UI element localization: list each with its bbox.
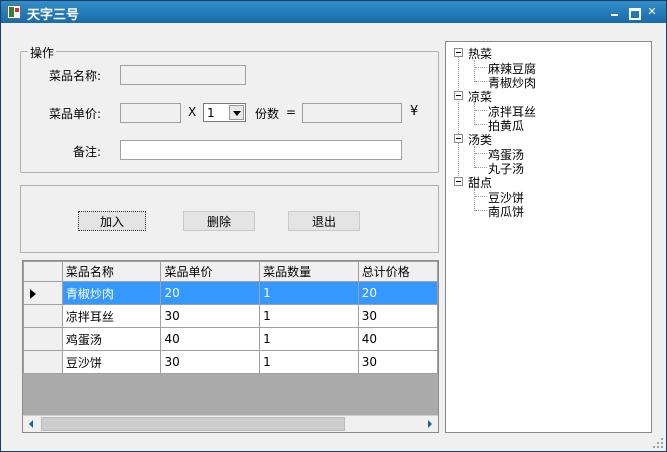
- maximize-button[interactable]: [625, 5, 641, 20]
- corner-header: [23, 261, 63, 282]
- tree-branch-line: [475, 196, 487, 197]
- table-row[interactable]: 凉拌耳丝 30 1 30: [23, 304, 438, 328]
- tree-root-line: [458, 56, 459, 184]
- collapse-icon[interactable]: [454, 177, 463, 186]
- note-field[interactable]: [120, 140, 402, 160]
- row-header[interactable]: [23, 350, 63, 374]
- tree-branch-line: [475, 124, 487, 125]
- exit-button[interactable]: 退出: [288, 211, 360, 231]
- tree-branch-line: [475, 81, 487, 82]
- cell-dish-name[interactable]: 豆沙饼: [61, 350, 162, 374]
- row-header[interactable]: [23, 327, 63, 351]
- row-pointer-icon: [30, 289, 36, 299]
- dish-name-label: 菜品名称:: [49, 69, 102, 83]
- column-header-quantity[interactable]: 菜品数量: [259, 261, 359, 282]
- currency-symbol: ¥: [410, 104, 419, 119]
- note-label: 备注:: [73, 145, 102, 159]
- column-header-total[interactable]: 总计价格: [357, 261, 438, 282]
- collapse-icon[interactable]: [454, 91, 463, 100]
- tree-branch-line: [474, 103, 475, 125]
- cell-unit-price[interactable]: 20: [160, 281, 261, 305]
- tree-branch-line: [475, 153, 487, 154]
- scrollbar-thumb[interactable]: [41, 417, 345, 431]
- cell-total[interactable]: 20: [357, 281, 438, 305]
- minimize-button[interactable]: [607, 5, 623, 19]
- unit-price-label: 菜品单价:: [49, 107, 102, 121]
- main-window: 天字三号 ✕ 操作 菜品名称: 菜品单价: X 1 份数 = ¥ 备注: 加入 …: [0, 0, 667, 452]
- row-header[interactable]: [23, 304, 63, 328]
- collapse-icon[interactable]: [454, 134, 463, 143]
- cell-quantity[interactable]: 1: [259, 281, 359, 305]
- cell-unit-price[interactable]: 30: [160, 304, 261, 328]
- tree-item[interactable]: 青椒炒肉: [488, 74, 536, 91]
- horizontal-scrollbar[interactable]: [23, 415, 438, 432]
- cell-total[interactable]: 30: [357, 350, 438, 374]
- tree-item[interactable]: 拍黄瓜: [488, 117, 524, 134]
- title-bar[interactable]: 天字三号 ✕: [1, 1, 666, 23]
- delete-button[interactable]: 删除: [183, 211, 255, 231]
- collapse-icon[interactable]: [454, 48, 463, 57]
- quantity-dropdown[interactable]: 1: [203, 103, 246, 122]
- total-price-field[interactable]: [302, 103, 402, 123]
- dish-name-field[interactable]: [120, 65, 246, 85]
- cell-dish-name[interactable]: 青椒炒肉: [61, 281, 162, 305]
- chevron-down-icon[interactable]: [229, 105, 244, 120]
- row-header[interactable]: [23, 281, 63, 305]
- quantity-value: 1: [207, 106, 215, 120]
- tree-branch-line: [475, 210, 487, 211]
- order-grid[interactable]: 菜品名称 菜品单价 菜品数量 总计价格 青椒炒肉 20 1 20 凉拌耳丝 30…: [22, 260, 439, 433]
- multiply-sign: X: [188, 105, 197, 119]
- window-title: 天字三号: [27, 8, 80, 23]
- column-header-unit-price[interactable]: 菜品单价: [160, 261, 261, 282]
- cell-dish-name[interactable]: 凉拌耳丝: [61, 304, 162, 328]
- cell-total[interactable]: 30: [357, 304, 438, 328]
- tree-item[interactable]: 丸子汤: [488, 160, 524, 177]
- scroll-right-icon[interactable]: [421, 416, 438, 432]
- cell-unit-price[interactable]: 30: [160, 350, 261, 374]
- resize-grip-icon[interactable]: [653, 438, 663, 448]
- table-row[interactable]: 鸡蛋汤 40 1 40: [23, 327, 438, 351]
- cell-quantity[interactable]: 1: [259, 350, 359, 374]
- header-row: 菜品名称 菜品单价 菜品数量 总计价格: [23, 261, 438, 282]
- portions-label: 份数: [255, 107, 280, 121]
- tree-branch-line: [475, 67, 487, 68]
- menu-tree[interactable]: 热菜 麻辣豆腐 青椒炒肉 凉菜 凉拌耳丝 拍黄瓜 汤类 鸡蛋汤 丸子汤 甜点 豆…: [445, 41, 652, 433]
- equals-sign: =: [286, 105, 297, 119]
- add-button[interactable]: 加入: [78, 211, 146, 231]
- order-table: 菜品名称 菜品单价 菜品数量 总计价格 青椒炒肉 20 1 20 凉拌耳丝 30…: [23, 261, 438, 374]
- cell-quantity[interactable]: 1: [259, 304, 359, 328]
- cell-unit-price[interactable]: 40: [160, 327, 261, 351]
- column-header-dish-name[interactable]: 菜品名称: [61, 261, 162, 282]
- tree-branch-line: [475, 110, 487, 111]
- tree-branch-line: [474, 189, 475, 211]
- tree-branch-line: [475, 167, 487, 168]
- operations-legend: 操作: [28, 44, 57, 61]
- scroll-left-icon[interactable]: [23, 416, 40, 432]
- app-icon: [7, 5, 21, 19]
- cell-quantity[interactable]: 1: [259, 327, 359, 351]
- tree-item[interactable]: 南瓜饼: [488, 203, 524, 220]
- cell-total[interactable]: 40: [357, 327, 438, 351]
- close-button[interactable]: ✕: [644, 5, 660, 19]
- cell-dish-name[interactable]: 鸡蛋汤: [61, 327, 162, 351]
- tree-branch-line: [474, 146, 475, 168]
- table-row[interactable]: 青椒炒肉 20 1 20: [23, 281, 438, 305]
- unit-price-field[interactable]: [120, 103, 181, 123]
- table-row[interactable]: 豆沙饼 30 1 30: [23, 350, 438, 374]
- tree-branch-line: [474, 60, 475, 82]
